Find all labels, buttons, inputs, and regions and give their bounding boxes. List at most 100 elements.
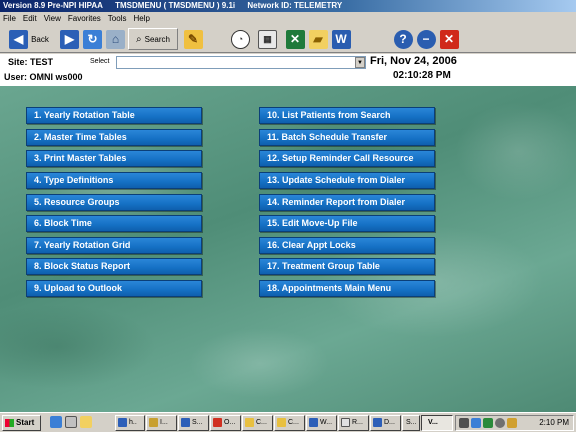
window-icon [341, 418, 350, 427]
taskbar-item[interactable]: R... [338, 415, 369, 431]
menu-help[interactable]: Help [133, 12, 149, 25]
menu-button-appointments-main-menu[interactable]: 18. Appointments Main Menu [259, 280, 435, 297]
taskbar-item-active[interactable]: V... [421, 415, 453, 431]
session-info-bar: Site: TEST Select ▼ Fri, Nov 24, 2006 Us… [0, 54, 576, 86]
menu-button-block-time[interactable]: 6. Block Time [26, 215, 202, 232]
taskbar-item[interactable]: h.. [115, 415, 145, 431]
chevron-down-icon[interactable]: ▼ [355, 57, 365, 68]
version-text: Version 8.9 Pre-NPI HIPAA [3, 1, 103, 10]
taskbar-item-label: C... [256, 419, 267, 426]
browser-menu-bar: File Edit View Favorites Tools Help [0, 12, 576, 25]
menu-button-yearly-rotation-grid[interactable]: 7. Yearly Rotation Grid [26, 237, 202, 254]
search-label: Search [144, 34, 170, 44]
select-dropdown[interactable] [116, 56, 366, 69]
start-label: Start [16, 418, 35, 427]
taskbar-item-label: I... [160, 419, 168, 426]
excel-icon: ✕ [285, 29, 305, 49]
folder-button[interactable]: ▰ [307, 28, 329, 50]
taskbar-item[interactable]: C... [274, 415, 305, 431]
close-button[interactable]: ✕ [438, 28, 460, 50]
window-icon [118, 418, 127, 427]
browser-toolbar: ◀ Back ▶ ↻ ⌂ ⌕ Search ✎ ◔ ▦ ✕ ▰ W ? − ✕ [0, 25, 576, 53]
menu-favorites[interactable]: Favorites [68, 12, 101, 25]
taskbar-item[interactable]: O... [210, 415, 241, 431]
taskbar-item-label: h.. [129, 419, 137, 426]
windows-logo-icon [5, 419, 14, 427]
menu-button-setup-reminder-call-resource[interactable]: 12. Setup Reminder Call Resource [259, 150, 435, 167]
window-icon [213, 418, 222, 427]
taskbar-clock: 2:10 PM [539, 418, 569, 427]
taskbar-item-label: S... [406, 419, 417, 426]
edit-button[interactable]: ✎ [182, 28, 204, 50]
minimize-icon: − [416, 29, 436, 49]
main-menu-area: 1. Yearly Rotation Table 2. Master Time … [0, 86, 576, 412]
network-icon[interactable] [471, 418, 481, 428]
system-tray: 2:10 PM [455, 415, 574, 431]
select-label: Select [90, 58, 110, 65]
forward-arrow-icon: ▶ [60, 29, 79, 49]
menu-button-batch-schedule-transfer[interactable]: 11. Batch Schedule Transfer [259, 129, 435, 146]
calculator-button[interactable]: ▦ [256, 28, 279, 50]
menu-file[interactable]: File [3, 12, 16, 25]
menu-button-treatment-group-table[interactable]: 17. Treatment Group Table [259, 258, 435, 275]
menu-edit[interactable]: Edit [23, 12, 37, 25]
security-icon[interactable] [483, 418, 493, 428]
folder-icon: ▰ [308, 29, 328, 49]
refresh-button[interactable]: ↻ [82, 28, 103, 50]
clock-button[interactable]: ◔ [230, 28, 251, 50]
date-display: Fri, Nov 24, 2006 [370, 55, 457, 67]
taskbar-item[interactable]: I... [146, 415, 177, 431]
menu-view[interactable]: View [44, 12, 61, 25]
taskbar-item[interactable]: S... [178, 415, 209, 431]
word-icon: W [331, 29, 351, 49]
window-icon [245, 418, 254, 427]
pencil-icon: ✎ [183, 29, 203, 49]
menu-button-yearly-rotation-table[interactable]: 1. Yearly Rotation Table [26, 107, 202, 124]
search-icon: ⌕ [136, 33, 142, 45]
home-button[interactable]: ⌂ [105, 28, 126, 50]
desktop-quicklaunch-icon[interactable] [65, 416, 77, 428]
menu-button-reminder-report-from-dialer[interactable]: 14. Reminder Report from Dialer [259, 194, 435, 211]
start-button[interactable]: Start [2, 415, 41, 431]
taskbar-item-label: V... [428, 419, 438, 426]
menu-button-print-master-tables[interactable]: 3. Print Master Tables [26, 150, 202, 167]
back-button[interactable]: ◀ Back [3, 28, 55, 50]
ie-quicklaunch-icon[interactable] [50, 416, 62, 428]
excel-button[interactable]: ✕ [284, 28, 306, 50]
module-text: TMSDMENU ( TMSDMENU ) 9.1i [115, 1, 236, 10]
taskbar-item-label: C... [288, 419, 299, 426]
clock-icon: ◔ [231, 29, 250, 49]
taskbar-item[interactable]: W... [306, 415, 337, 431]
volume-icon[interactable] [495, 418, 505, 428]
taskbar-item[interactable]: S... [402, 415, 420, 431]
menu-button-resource-groups[interactable]: 5. Resource Groups [26, 194, 202, 211]
menu-button-clear-appt-locks[interactable]: 16. Clear Appt Locks [259, 237, 435, 254]
menu-button-master-time-tables[interactable]: 2. Master Time Tables [26, 129, 202, 146]
menu-button-update-schedule-from-dialer[interactable]: 13. Update Schedule from Dialer [259, 172, 435, 189]
taskbar-item[interactable]: C... [242, 415, 273, 431]
window-icon [373, 418, 382, 427]
search-button[interactable]: ⌕ Search [128, 28, 178, 50]
help-button[interactable]: ? [392, 28, 414, 50]
home-icon: ⌂ [106, 29, 125, 49]
window-title-bar: Version 8.9 Pre-NPI HIPAA TMSDMENU ( TMS… [0, 0, 576, 12]
printer-icon[interactable] [459, 418, 469, 428]
network-id-text: Network ID: TELEMETRY [247, 1, 343, 10]
windows-taskbar: Start h.. I... S... O... C... C... W... … [0, 412, 576, 432]
menu-button-block-status-report[interactable]: 8. Block Status Report [26, 258, 202, 275]
tray-app-icon[interactable] [507, 418, 517, 428]
forward-button[interactable]: ▶ [59, 28, 80, 50]
folder-quicklaunch-icon[interactable] [80, 416, 92, 428]
menu-tools[interactable]: Tools [108, 12, 127, 25]
menu-button-type-definitions[interactable]: 4. Type Definitions [26, 172, 202, 189]
window-icon [149, 418, 158, 427]
menu-button-upload-to-outlook[interactable]: 9. Upload to Outlook [26, 280, 202, 297]
minimize-button[interactable]: − [415, 28, 437, 50]
word-button[interactable]: W [330, 28, 352, 50]
menu-button-list-patients-from-search[interactable]: 10. List Patients from Search [259, 107, 435, 124]
taskbar-item[interactable]: D... [370, 415, 401, 431]
time-display: 02:10:28 PM [393, 70, 451, 81]
user-label: User: OMNI ws000 [4, 72, 83, 82]
window-icon [181, 418, 190, 427]
menu-button-edit-move-up-file[interactable]: 15. Edit Move-Up File [259, 215, 435, 232]
